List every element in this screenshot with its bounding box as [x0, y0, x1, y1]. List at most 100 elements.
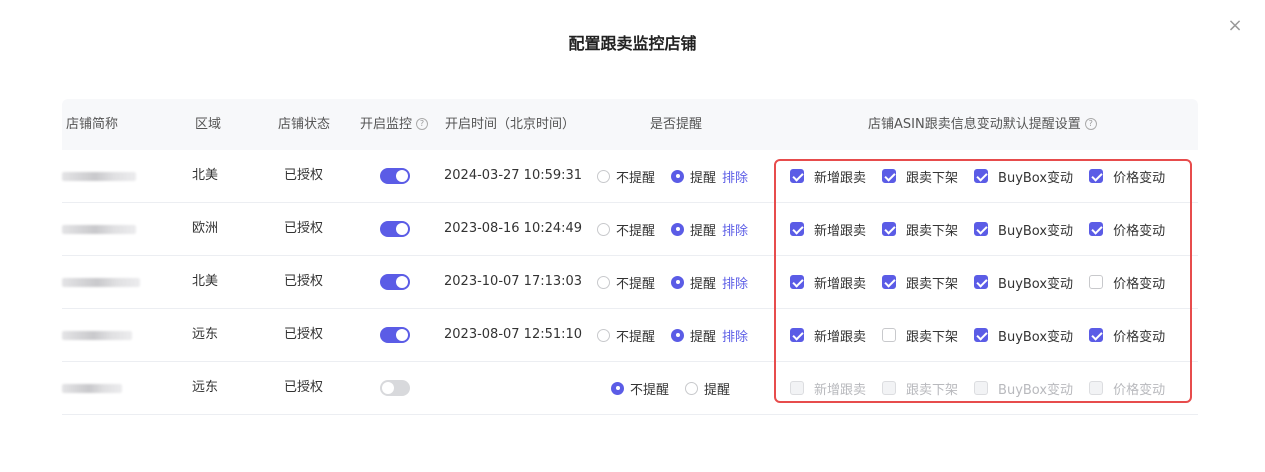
checkbox-price[interactable]: 价格变动 — [1089, 220, 1165, 239]
checkbox-box[interactable] — [1089, 328, 1104, 342]
checkbox-label: BuyBox变动 — [998, 382, 1074, 398]
checkbox-buybox[interactable]: BuyBox变动 — [974, 220, 1073, 239]
checkbox-label: 价格变动 — [1113, 170, 1166, 186]
header-region: 区域 — [195, 117, 222, 132]
checkbox-buybox[interactable]: BuyBox变动 — [974, 326, 1073, 345]
checkbox-box[interactable] — [790, 275, 804, 289]
radio-remind[interactable] — [671, 328, 685, 342]
monitor-toggle[interactable] — [380, 168, 410, 184]
checkbox-label: 价格变动 — [1113, 382, 1166, 398]
checkbox-new: 新增跟卖 — [790, 379, 866, 398]
checkbox-new[interactable]: 新增跟卖 — [790, 220, 866, 239]
checkbox-box[interactable] — [1089, 169, 1104, 183]
remind-radio-group: 不提醒 提醒 排除 — [597, 309, 748, 361]
checkbox-buybox[interactable]: BuyBox变动 — [974, 273, 1073, 292]
status-cell: 已授权 — [284, 221, 324, 236]
checkbox-off[interactable]: 跟卖下架 — [882, 220, 958, 239]
settings-checkboxes: 新增跟卖 跟卖下架 BuyBox变动 价格变动 — [790, 150, 1165, 202]
checkbox-box — [882, 381, 897, 395]
region-cell: 远东 — [192, 380, 219, 395]
checkbox-box[interactable] — [790, 169, 804, 183]
checkbox-box[interactable] — [882, 222, 897, 236]
checkbox-box[interactable] — [974, 328, 989, 342]
radio-no-remind-label: 不提醒 — [616, 223, 656, 239]
remind-radio-group: 不提醒 提醒 排除 — [597, 150, 748, 202]
checkbox-label: BuyBox变动 — [998, 329, 1074, 345]
checkbox-label: 新增跟卖 — [814, 276, 867, 292]
checkbox-box[interactable] — [974, 169, 989, 183]
header-settings: 店铺ASIN跟卖信息变动默认提醒设置? — [868, 99, 1097, 150]
radio-remind[interactable] — [671, 222, 685, 236]
remind-radio-group: 不提醒 提醒 排除 — [597, 203, 748, 255]
help-icon[interactable]: ? — [1084, 117, 1097, 130]
checkbox-label: 跟卖下架 — [906, 223, 959, 239]
config-dialog: 配置跟卖监控店铺 × 店铺简称 区域 店铺状态 开启监控? 开启时间（北京时间）… — [0, 0, 1265, 472]
toggle-knob — [396, 329, 408, 341]
table-row: 北美 已授权 2023-10-07 17:13:03 不提醒 提醒 排除 新增跟… — [62, 256, 1198, 309]
toggle-knob — [396, 170, 408, 182]
checkbox-off: 跟卖下架 — [882, 379, 958, 398]
table-row: 欧洲 已授权 2023-08-16 10:24:49 不提醒 提醒 排除 新增跟… — [62, 203, 1198, 256]
time-cell: 2024-03-27 10:59:31 — [444, 168, 583, 183]
checkbox-box[interactable] — [882, 169, 897, 183]
radio-no-remind[interactable] — [611, 381, 624, 395]
checkbox-box[interactable] — [790, 328, 804, 342]
table-body: 北美 已授权 2024-03-27 10:59:31 不提醒 提醒 排除 新增跟… — [62, 150, 1198, 415]
radio-remind[interactable] — [671, 169, 685, 183]
store-name-blurred — [62, 172, 136, 181]
settings-checkboxes: 新增跟卖 跟卖下架 BuyBox变动 价格变动 — [790, 362, 1165, 414]
help-icon[interactable]: ? — [416, 117, 429, 130]
checkbox-new[interactable]: 新增跟卖 — [790, 326, 866, 345]
monitor-toggle[interactable] — [380, 221, 410, 237]
time-cell: 2023-10-07 17:13:03 — [444, 274, 583, 289]
checkbox-new[interactable]: 新增跟卖 — [790, 167, 866, 186]
checkbox-new[interactable]: 新增跟卖 — [790, 273, 866, 292]
checkbox-off[interactable]: 跟卖下架 — [882, 273, 958, 292]
checkbox-box — [974, 381, 989, 395]
checkbox-label: 新增跟卖 — [814, 329, 867, 345]
checkbox-label: 新增跟卖 — [814, 170, 867, 186]
checkbox-box[interactable] — [882, 275, 897, 289]
checkbox-off[interactable]: 跟卖下架 — [882, 167, 958, 186]
store-name-blurred — [62, 225, 136, 234]
exclude-link[interactable]: 排除 — [722, 220, 748, 239]
monitor-toggle[interactable] — [380, 327, 410, 343]
time-cell: 2023-08-16 10:24:49 — [444, 221, 583, 236]
radio-no-remind-label: 不提醒 — [630, 382, 670, 398]
exclude-link[interactable]: 排除 — [722, 326, 748, 345]
header-monitor: 开启监控? — [360, 99, 429, 150]
monitor-toggle[interactable] — [380, 380, 410, 396]
checkbox-price[interactable]: 价格变动 — [1089, 167, 1165, 186]
exclude-link[interactable]: 排除 — [722, 167, 748, 186]
toggle-knob — [382, 382, 394, 394]
checkbox-box[interactable] — [974, 222, 989, 236]
radio-no-remind[interactable] — [597, 328, 610, 342]
close-icon[interactable]: × — [1225, 16, 1245, 36]
remind-radio-group: 不提醒 提醒 — [611, 362, 746, 414]
radio-remind-label: 提醒 — [690, 170, 717, 186]
checkbox-box[interactable] — [974, 275, 989, 289]
checkbox-box — [790, 381, 804, 395]
time-cell: 2023-08-07 12:51:10 — [444, 327, 583, 342]
checkbox-price[interactable]: 价格变动 — [1089, 273, 1165, 292]
monitor-toggle[interactable] — [380, 274, 410, 290]
checkbox-label: 价格变动 — [1113, 276, 1166, 292]
radio-remind[interactable] — [671, 275, 685, 289]
radio-no-remind[interactable] — [597, 222, 610, 236]
checkbox-box[interactable] — [1089, 222, 1104, 236]
checkbox-buybox[interactable]: BuyBox变动 — [974, 167, 1073, 186]
checkbox-label: 新增跟卖 — [814, 223, 867, 239]
checkbox-box[interactable] — [1089, 275, 1104, 289]
radio-remind[interactable] — [685, 381, 699, 395]
radio-no-remind[interactable] — [597, 169, 610, 183]
checkbox-price[interactable]: 价格变动 — [1089, 326, 1165, 345]
checkbox-label: 价格变动 — [1113, 223, 1166, 239]
status-cell: 已授权 — [284, 168, 324, 183]
exclude-link[interactable]: 排除 — [722, 273, 748, 292]
radio-no-remind[interactable] — [597, 275, 610, 289]
region-cell: 远东 — [192, 327, 219, 342]
checkbox-off[interactable]: 跟卖下架 — [882, 326, 958, 345]
checkbox-box[interactable] — [790, 222, 804, 236]
radio-remind-label: 提醒 — [690, 276, 717, 292]
checkbox-box[interactable] — [882, 328, 897, 342]
